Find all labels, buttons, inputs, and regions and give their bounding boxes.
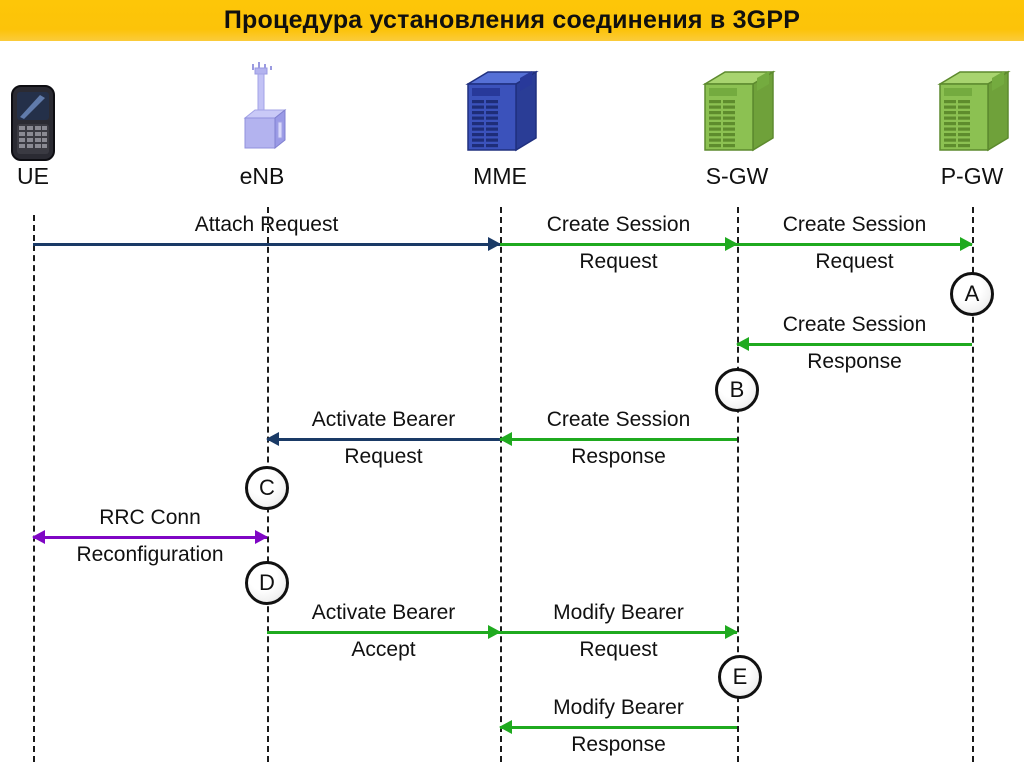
message-label-secondary: Request: [579, 638, 658, 661]
message-arrow-line: [500, 726, 737, 729]
message-label-primary: Activate Bearer: [311, 601, 456, 624]
step-marker-e: E: [718, 655, 762, 699]
message-arrow-line: [737, 343, 972, 346]
node-label: eNB: [239, 163, 285, 189]
server-tower-green-icon: [662, 62, 812, 162]
message-label-primary: Activate Bearer: [311, 408, 456, 431]
arrowhead-right-icon: [725, 625, 738, 639]
message-arrow-line: [33, 243, 500, 246]
message-label-secondary: Accept: [351, 638, 416, 661]
server-tower-green-icon: [897, 62, 1024, 162]
message-label-secondary: Response: [571, 733, 666, 756]
message-label-primary: Create Session: [546, 408, 691, 431]
message-label-secondary: Response: [571, 445, 666, 468]
message-arrow-line: [500, 438, 737, 441]
title-banner: Процедура установления соединения в 3GPP: [0, 0, 1024, 41]
node-label: S-GW: [705, 163, 769, 189]
node-label: UE: [17, 163, 49, 189]
message-label-secondary: Request: [344, 445, 423, 468]
message-label-secondary: Request: [815, 250, 894, 273]
node-label: MME: [473, 163, 527, 189]
step-marker-b: B: [715, 368, 759, 412]
message-label-primary: Modify Bearer: [553, 601, 684, 624]
arrowhead-left-icon: [266, 432, 279, 446]
mobile-phone-icon: [0, 62, 108, 162]
base-station-tower-icon: [187, 62, 337, 162]
message-label-secondary: Reconfiguration: [76, 543, 224, 566]
message-label-primary: Create Session: [782, 313, 927, 336]
message-arrow-line: [33, 536, 267, 539]
arrowhead-left-icon: [32, 530, 45, 544]
arrowhead-left-icon: [499, 432, 512, 446]
step-marker-a: A: [950, 272, 994, 316]
step-marker-c: C: [245, 466, 289, 510]
message-label-secondary: Request: [579, 250, 658, 273]
lifeline-mme: [500, 207, 502, 762]
arrowhead-left-icon: [736, 337, 749, 351]
node-sgw: S-GW: [662, 62, 812, 190]
page-title: Процедура установления соединения в 3GPP: [223, 6, 801, 34]
arrowhead-right-icon: [960, 237, 973, 251]
node-ue: UE: [0, 62, 108, 190]
message-label-primary: Create Session: [546, 213, 691, 236]
node-label: P-GW: [940, 163, 1004, 189]
message-arrow-line: [500, 631, 737, 634]
server-tower-blue-icon: [425, 62, 575, 162]
message-arrow-line: [267, 631, 500, 634]
diagram-page: Процедура установления соединения в 3GPP…: [0, 0, 1024, 767]
node-mme: MME: [425, 62, 575, 190]
message-arrow-line: [737, 243, 972, 246]
message-label-primary: RRC Conn: [99, 506, 201, 529]
message-arrow-line: [267, 438, 500, 441]
node-pgw: P-GW: [897, 62, 1024, 190]
message-arrow-line: [500, 243, 737, 246]
message-label-primary: Modify Bearer: [553, 696, 684, 719]
arrowhead-right-icon: [255, 530, 268, 544]
message-label-secondary: Response: [807, 350, 902, 373]
step-marker-d: D: [245, 561, 289, 605]
lifeline-ue: [33, 215, 35, 762]
arrowhead-left-icon: [499, 720, 512, 734]
message-label-primary: Create Session: [782, 213, 927, 236]
node-enb: eNB: [187, 62, 337, 190]
